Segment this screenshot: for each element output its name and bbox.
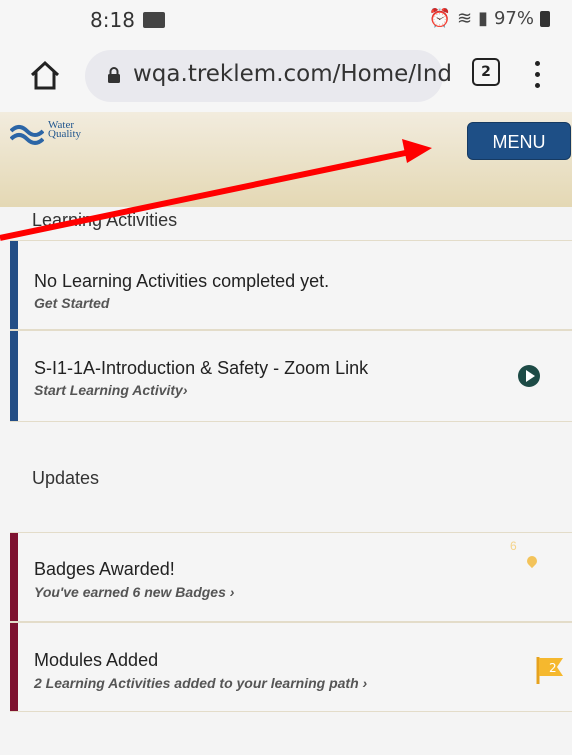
battery-percent: 97% (493, 8, 534, 29)
wave-logo-icon (10, 125, 44, 145)
menu-button[interactable]: MENU (467, 122, 571, 160)
status-right: ⏰ ≋ ▮ 97% (429, 8, 550, 29)
alarm-icon: ⏰ (428, 8, 451, 29)
water-quality-logo[interactable]: Water Quality (10, 120, 120, 150)
status-bar: 8:18 ⏰ ≋ ▮ 97% (0, 0, 572, 40)
tab-switcher-button[interactable]: 2 (472, 58, 500, 86)
item-title: Modules Added (34, 650, 159, 670)
signal-icon: ▮ (478, 8, 488, 29)
accent-bar (10, 241, 18, 329)
item-title: No Learning Activities completed yet. (34, 271, 330, 291)
accent-bar (10, 331, 18, 421)
badge-count: 6 (510, 539, 517, 553)
accent-bar (10, 533, 18, 621)
start-learning-activity-link[interactable]: Start Learning Activity› (34, 382, 188, 398)
updates-heading: Updates (32, 468, 100, 488)
play-icon[interactable] (518, 365, 540, 387)
home-icon[interactable] (28, 58, 62, 92)
learning-activities-heading: Learning Activities (32, 210, 178, 230)
site-header: Water Quality MENU (0, 112, 572, 207)
lock-icon (108, 67, 120, 83)
more-options-icon[interactable] (533, 58, 541, 92)
badge-icon (524, 553, 540, 569)
battery-icon (540, 10, 550, 27)
logo-text: Water Quality (48, 119, 81, 140)
learning-item-activity[interactable]: S-I1-1A-Introduction & Safety - Zoom Lin… (10, 330, 572, 422)
status-time: 8:18 (90, 8, 135, 32)
learning-item-empty[interactable]: No Learning Activities completed yet. Ge… (10, 240, 572, 330)
update-item-badges[interactable]: Badges Awarded! You've earned 6 new Badg… (10, 532, 572, 622)
get-started-link[interactable]: Get Started (34, 295, 109, 311)
image-notification-icon (143, 12, 165, 28)
modules-link[interactable]: 2 Learning Activities added to your lear… (34, 675, 367, 691)
svg-text:2: 2 (549, 661, 557, 675)
browser-toolbar: wqa.treklem.com/Home/Ind 2 (0, 40, 572, 112)
badges-link[interactable]: You've earned 6 new Badges › (34, 584, 234, 600)
item-title: S-I1-1A-Introduction & Safety - Zoom Lin… (34, 358, 369, 378)
accent-bar (10, 623, 18, 711)
address-bar[interactable]: wqa.treklem.com/Home/Ind (85, 50, 452, 102)
url-text: wqa.treklem.com/Home/Ind (133, 61, 453, 87)
item-title: Badges Awarded! (34, 559, 175, 579)
flag-icon: 2 (536, 657, 563, 684)
update-item-modules[interactable]: Modules Added 2 Learning Activities adde… (10, 622, 572, 712)
wifi-icon: ≋ (456, 8, 473, 29)
